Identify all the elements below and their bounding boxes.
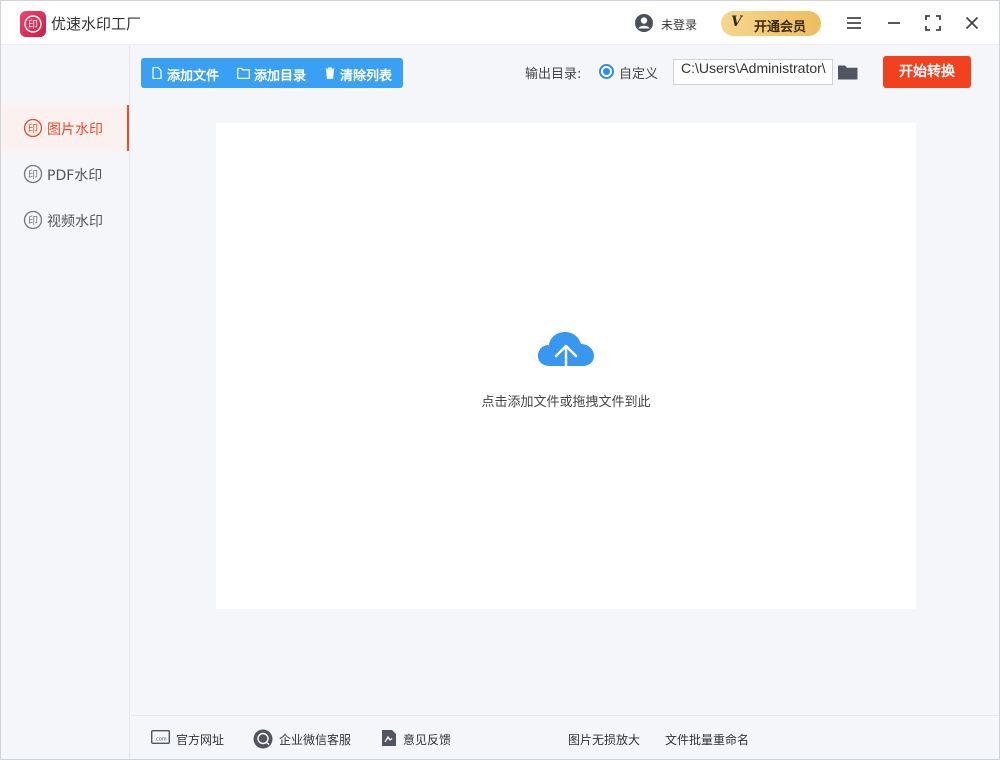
stamp-icon: 印 bbox=[23, 118, 43, 138]
document-icon bbox=[382, 730, 396, 746]
sidebar-item-image-watermark[interactable]: 印 图片水印 bbox=[1, 105, 129, 151]
file-drop-area[interactable]: 点击添加文件或拖拽文件到此 bbox=[216, 123, 916, 609]
custom-dir-radio-label[interactable]: 自定义 bbox=[619, 63, 658, 82]
app-logo-icon: 印 bbox=[20, 11, 46, 37]
cloud-upload-icon bbox=[537, 332, 594, 379]
sidebar-item-label: 图片水印 bbox=[47, 122, 103, 138]
vip-label: 开通会员 bbox=[754, 20, 807, 35]
lossless-enlarge-label: 图片无损放大 bbox=[568, 733, 641, 747]
custom-dir-radio[interactable] bbox=[599, 64, 614, 79]
svg-text:印: 印 bbox=[28, 123, 38, 135]
wechat-service-label: 企业微信客服 bbox=[279, 733, 352, 747]
sidebar: 印 图片水印 印 PDF水印 印 视频水印 bbox=[1, 45, 130, 759]
sidebar-item-label: 视频水印 bbox=[47, 214, 103, 230]
sidebar-item-pdf-watermark[interactable]: 印 PDF水印 bbox=[1, 151, 129, 197]
clear-list-label: 清除列表 bbox=[340, 69, 393, 84]
minimize-icon[interactable] bbox=[883, 12, 905, 34]
user-icon[interactable] bbox=[634, 13, 654, 33]
feedback-label: 意见反馈 bbox=[403, 733, 452, 747]
title-bar: 印 优速水印工厂 未登录 V 开通会员 bbox=[1, 1, 999, 45]
folder-outline-icon bbox=[237, 67, 250, 79]
maximize-icon[interactable] bbox=[922, 12, 944, 34]
svg-text:.com: .com bbox=[154, 737, 166, 743]
add-dir-label: 添加目录 bbox=[254, 69, 307, 84]
sidebar-item-label: PDF水印 bbox=[47, 168, 103, 184]
svg-text:印: 印 bbox=[28, 169, 38, 181]
sidebar-item-video-watermark[interactable]: 印 视频水印 bbox=[1, 197, 129, 243]
login-status[interactable]: 未登录 bbox=[661, 16, 697, 33]
file-toolbar: 添加文件 添加目录 清除列表 bbox=[141, 58, 403, 88]
drop-hint: 点击添加文件或拖拽文件到此 bbox=[481, 395, 651, 410]
trash-icon bbox=[325, 67, 335, 79]
svg-text:印: 印 bbox=[28, 215, 38, 227]
add-file-label: 添加文件 bbox=[167, 69, 220, 84]
output-path-field[interactable]: C:\Users\Administrator\ bbox=[673, 59, 833, 85]
vip-icon: V bbox=[731, 14, 742, 30]
stamp-icon: 印 bbox=[23, 164, 43, 184]
vip-button[interactable]: V 开通会员 bbox=[721, 11, 821, 36]
app-window: 印 优速水印工厂 未登录 V 开通会员 印 图片水印 印 PDF水印 印 视频水… bbox=[0, 0, 1000, 760]
web-icon: .com bbox=[151, 730, 170, 744]
file-icon bbox=[152, 67, 162, 79]
menu-icon[interactable] bbox=[843, 12, 865, 34]
svg-text:印: 印 bbox=[28, 19, 38, 31]
official-site-label: 官方网址 bbox=[176, 733, 225, 747]
folder-icon[interactable] bbox=[837, 63, 859, 81]
close-icon[interactable] bbox=[961, 12, 983, 34]
chat-icon bbox=[253, 729, 273, 749]
batch-rename-label: 文件批量重命名 bbox=[665, 733, 750, 747]
start-convert-button[interactable]: 开始转换 bbox=[883, 56, 971, 88]
app-title: 优速水印工厂 bbox=[51, 15, 142, 33]
footer-bar: .com 官方网址 企业微信客服 意见反馈 图片无损放大 文件批量重命名 bbox=[131, 715, 999, 759]
stamp-icon: 印 bbox=[23, 210, 43, 230]
output-dir-label: 输出目录: bbox=[525, 67, 582, 82]
